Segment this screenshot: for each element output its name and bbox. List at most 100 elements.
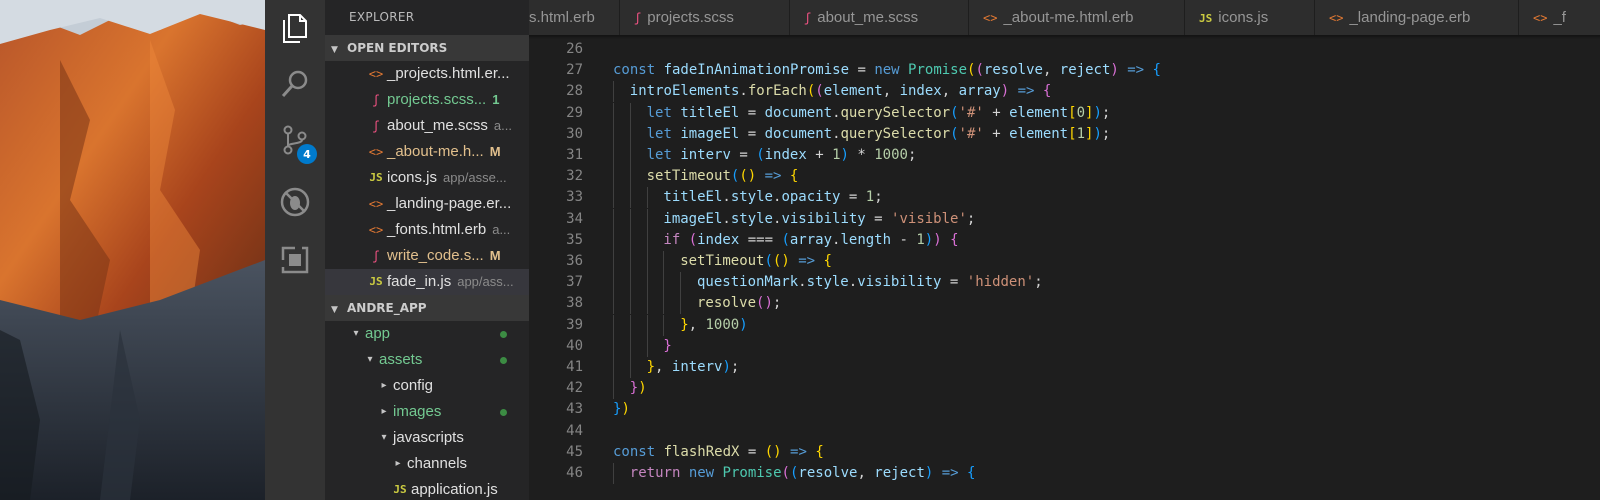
indent-guide bbox=[629, 357, 631, 378]
tree-item[interactable]: ▸ channels bbox=[325, 451, 529, 477]
files-icon bbox=[283, 14, 307, 43]
tree-item[interactable]: ▾ javascripts bbox=[325, 425, 529, 451]
open-editor-path: app/asse... bbox=[443, 170, 507, 185]
extensions-activity[interactable] bbox=[265, 232, 325, 288]
tree-item[interactable]: ▾ assets bbox=[325, 347, 529, 373]
tree-item[interactable]: ▸ images bbox=[325, 399, 529, 425]
indent-guide bbox=[613, 357, 614, 378]
indent-guide bbox=[629, 229, 631, 251]
code-token: ) bbox=[933, 231, 942, 248]
explorer-activity[interactable] bbox=[265, 0, 325, 56]
code-token: let bbox=[646, 147, 681, 163]
open-editor-path: a... bbox=[493, 118, 512, 133]
code-token: . bbox=[739, 83, 748, 100]
code-content: return new Promise((resolve, reject) => … bbox=[630, 463, 976, 484]
code-token: ; bbox=[966, 210, 976, 227]
open-editor-item[interactable]: ʃ projects.scss... 1 bbox=[325, 87, 529, 113]
open-editor-name: _fonts.html.erb bbox=[387, 221, 487, 238]
tab-shadow bbox=[529, 35, 1600, 39]
open-editor-name: _projects.html.er... bbox=[387, 65, 510, 82]
code-token: ; bbox=[730, 359, 740, 375]
indent-guide bbox=[646, 208, 648, 230]
search-activity[interactable] bbox=[265, 56, 325, 112]
code-token: titleEl bbox=[663, 189, 723, 206]
code-token: = bbox=[730, 147, 757, 163]
code-content: if (index === (array.length - 1)) { bbox=[663, 230, 958, 251]
code-token: element bbox=[1009, 104, 1069, 121]
tree-item[interactable]: ▾ app bbox=[325, 321, 529, 347]
code-token: 1 bbox=[1076, 125, 1085, 142]
editor-tab[interactable]: <> _f bbox=[1519, 0, 1600, 35]
editor-tab[interactable]: ʃ about_me.scss bbox=[790, 0, 969, 35]
open-editor-item[interactable]: JS icons.js app/asse... bbox=[325, 165, 529, 191]
indent-guide bbox=[646, 335, 648, 357]
code-token: index bbox=[697, 231, 740, 248]
open-editor-item[interactable]: JS fade_in.js app/ass... bbox=[325, 269, 529, 295]
open-editor-item[interactable]: <> _fonts.html.erb a... bbox=[325, 217, 529, 243]
indent-guide bbox=[613, 123, 614, 145]
code-token: visibility bbox=[781, 210, 866, 227]
code-token: querySelector bbox=[840, 104, 951, 121]
code-token: const bbox=[613, 62, 664, 79]
code-line: 39}, 1000) bbox=[529, 314, 1600, 336]
code-token: reject bbox=[1059, 62, 1111, 79]
line-number: 44 bbox=[566, 422, 583, 439]
indent-guide bbox=[613, 187, 614, 209]
line-number: 42 bbox=[566, 380, 583, 397]
open-editor-item[interactable]: <> _landing-page.er... bbox=[325, 191, 529, 217]
extensions-icon bbox=[281, 246, 309, 274]
source-control-activity[interactable]: 4 bbox=[265, 112, 325, 168]
open-editors-header[interactable]: ▼ OPEN EDITORS bbox=[325, 35, 529, 61]
editor-tab[interactable]: <> _landing-page.erb bbox=[1315, 0, 1519, 35]
open-editor-item[interactable]: <> _projects.html.er... bbox=[325, 61, 529, 87]
code-token: ) bbox=[621, 401, 630, 418]
line-number: 26 bbox=[566, 41, 583, 57]
code-content: let interv = (index + 1) * 1000; bbox=[647, 145, 917, 166]
code-token: titleEl bbox=[680, 104, 740, 121]
code-token: resolve bbox=[798, 465, 858, 481]
code-token: '#' bbox=[958, 125, 984, 142]
editor-tab[interactable]: ʃ projects.scss bbox=[620, 0, 790, 35]
tree-item[interactable]: ▸ config bbox=[325, 373, 529, 399]
code-line: 40} bbox=[529, 335, 1600, 357]
code-token: * bbox=[848, 147, 875, 163]
code-token: ; bbox=[1034, 274, 1043, 291]
indent-guide bbox=[680, 272, 682, 294]
scss-file-icon: ʃ bbox=[372, 119, 380, 133]
tree-item-label: images bbox=[393, 403, 442, 420]
code-token: index bbox=[764, 147, 807, 163]
chevron-down-icon: ▼ bbox=[331, 305, 338, 315]
open-editor-name: _landing-page.er... bbox=[387, 195, 512, 212]
open-editor-item[interactable]: <> _about-me.h... M bbox=[325, 139, 529, 165]
indent-guide bbox=[663, 251, 665, 272]
debug-activity[interactable] bbox=[265, 174, 325, 230]
editor-tab[interactable]: <> _about-me.html.erb bbox=[969, 0, 1185, 35]
code-content: titleEl.style.opacity = 1; bbox=[663, 187, 882, 208]
tree-item[interactable]: JS application.js bbox=[325, 477, 529, 500]
chevron-right-icon: ▸ bbox=[381, 406, 387, 417]
code-content: resolve(); bbox=[697, 293, 781, 314]
code-line: 42}) bbox=[529, 378, 1600, 400]
indent-guide bbox=[629, 335, 631, 357]
editor-tab[interactable]: s.html.erb bbox=[529, 0, 620, 35]
code-token: ) bbox=[1000, 83, 1010, 100]
code-token: . bbox=[832, 125, 841, 142]
code-token: } bbox=[663, 337, 672, 354]
code-line: 38 resolve(); bbox=[529, 293, 1600, 315]
code-token: style bbox=[806, 274, 849, 291]
open-editor-item[interactable]: ʃ write_code.s... M bbox=[325, 243, 529, 269]
indent-guide bbox=[663, 272, 665, 294]
line-number: 40 bbox=[566, 337, 583, 354]
code-token: } bbox=[680, 316, 689, 333]
code-token: 1 bbox=[832, 147, 841, 163]
code-editor[interactable]: 26 27 const fadeInAnimationPromise = new P… bbox=[529, 35, 1600, 500]
tab-label: s.html.erb bbox=[529, 9, 595, 26]
code-token: const bbox=[613, 443, 664, 460]
editor-tab[interactable]: JS icons.js bbox=[1185, 0, 1315, 35]
code-token: { bbox=[815, 443, 824, 460]
git-modified-dot bbox=[500, 331, 507, 338]
line-number: 29 bbox=[566, 104, 583, 121]
indent-guide bbox=[646, 293, 648, 315]
open-editor-item[interactable]: ʃ about_me.scss a... bbox=[325, 113, 529, 139]
project-header[interactable]: ▼ ANDRE_APP bbox=[325, 295, 529, 321]
